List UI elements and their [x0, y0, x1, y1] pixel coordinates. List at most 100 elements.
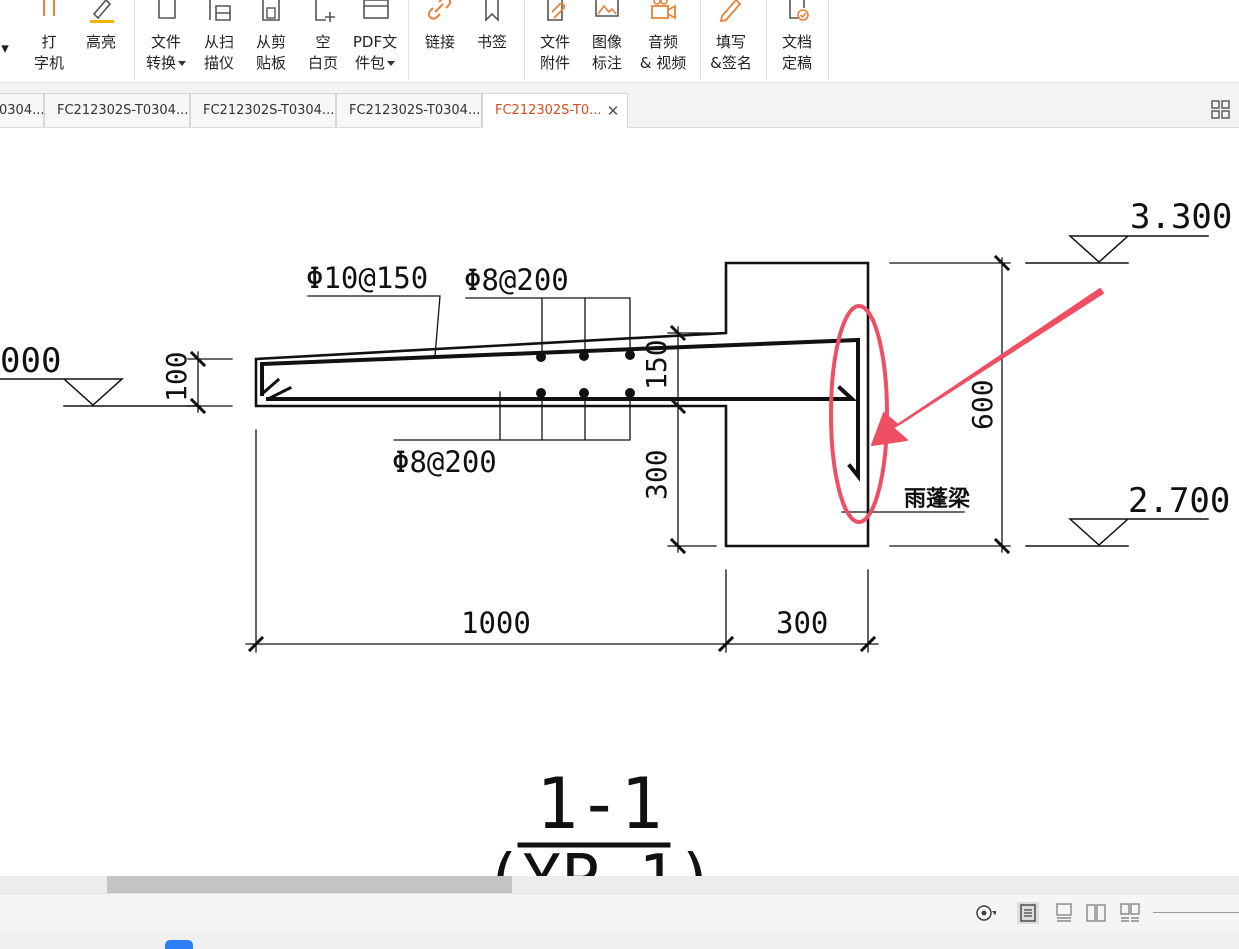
horizontal-scrollbar[interactable]: [0, 876, 1239, 893]
audio-video-icon: [651, 0, 676, 20]
pdf-package-button[interactable]: PDF文 件包: [350, 0, 400, 80]
toolbar-separator: [524, 0, 525, 80]
audio-video-button[interactable]: 音频 & 视频: [638, 0, 688, 80]
file-attachment-label: 文件 附件: [539, 33, 570, 72]
elevation-marker-top: [1025, 235, 1209, 264]
ribbon-toolbar: ▾ 打 字机 高亮 文件 转换 从扫 描仪 从剪 贴板 空 白页 PDF文 件包…: [0, 0, 1239, 83]
read-mode-icon[interactable]: [974, 902, 996, 924]
facing-view-icon[interactable]: [1085, 902, 1107, 924]
rebar-mid-label: Φ8@200: [464, 263, 569, 297]
fill-sign-button[interactable]: 填写 &签名: [706, 0, 756, 80]
blank-page-label: 空 白页: [307, 33, 338, 72]
rebar-top-label: Φ10@150: [306, 261, 428, 295]
dimension-300-vertical-text: 300: [640, 449, 673, 500]
tab-label: FC212302S-T0304...: [57, 103, 189, 118]
audio-video-label: 音频 & 视频: [639, 33, 687, 72]
document-tab[interactable]: FC212302S-T0304...: [190, 93, 336, 127]
canopy-slab-outline: [254, 261, 870, 548]
image-annotation-button[interactable]: 图像 标注: [582, 0, 632, 80]
image-annotation-label: 图像 标注: [591, 33, 622, 72]
document-tab-active[interactable]: FC212302S-T0... ✕: [482, 93, 628, 128]
pdf-package-icon: [363, 0, 389, 19]
typewriter-label: 打 字机: [33, 33, 64, 72]
beam-label: 雨蓬梁: [904, 487, 970, 512]
single-page-view-icon[interactable]: [1017, 902, 1039, 924]
document-finalize-label: 文档 定稿: [781, 33, 812, 72]
image-annotation-icon: [595, 0, 619, 17]
file-attachment-icon: [547, 0, 566, 21]
clipboard-icon: [262, 0, 280, 21]
tab-label: FC212302S-T0...: [495, 103, 602, 118]
document-tab-bar: 0304... FC212302S-T0304... FC212302S-T03…: [0, 83, 1239, 128]
blank-page-button[interactable]: 空 白页: [298, 0, 348, 80]
continuous-facing-view-icon[interactable]: [1119, 902, 1141, 924]
rebar-dots: [536, 350, 635, 398]
fill-sign-label: 填写 &签名: [710, 33, 752, 72]
from-scanner-label: 从扫 描仪: [203, 33, 234, 72]
top-rebar: [260, 337, 860, 482]
from-clipboard-label: 从剪 贴板: [255, 33, 286, 72]
from-scanner-button[interactable]: 从扫 描仪: [194, 0, 244, 80]
document-tab[interactable]: FC212302S-T0304...: [336, 93, 482, 127]
link-icon: [427, 0, 452, 20]
close-tab-icon[interactable]: ✕: [605, 94, 621, 128]
fill-sign-icon: [719, 0, 742, 23]
toolbar-separator: [408, 0, 409, 80]
dimension-150-text: 150: [640, 339, 673, 390]
dimension-100-text: 100: [160, 351, 193, 402]
highlight-button[interactable]: 高亮: [76, 0, 126, 80]
continuous-view-icon[interactable]: [1053, 902, 1075, 924]
chevron-down-icon[interactable]: [178, 61, 186, 66]
pdf-package-label: PDF文 件包: [352, 33, 398, 72]
typewriter-icon: [43, 0, 55, 16]
dimension-600-text: 600: [966, 379, 999, 430]
document-tab[interactable]: 0304...: [0, 93, 44, 127]
elevation-bottom-text: 2.700: [1128, 481, 1230, 521]
section-title: 1-1: [536, 763, 662, 845]
link-label: 链接: [424, 33, 455, 51]
elevation-left-text: 000: [0, 341, 61, 381]
leader-line: [307, 295, 441, 357]
scrollbar-thumb[interactable]: [107, 876, 512, 893]
blank-page-icon: [315, 0, 335, 22]
bookmark-button[interactable]: 书签: [467, 0, 517, 80]
highlight-pen-icon: [90, 0, 114, 23]
tab-overview-grid-icon[interactable]: [1211, 100, 1231, 120]
dimension-line-150-300: [667, 326, 727, 553]
elevation-top-text: 3.300: [1130, 197, 1232, 237]
toolbar-separator: [828, 0, 829, 80]
taskbar-app-icon[interactable]: [165, 940, 193, 949]
file-convert-icon: [158, 0, 176, 19]
toolbar-separator: [134, 0, 135, 80]
file-convert-button[interactable]: 文件 转换: [141, 0, 191, 80]
bookmark-label: 书签: [476, 33, 507, 51]
document-finalize-icon: [789, 0, 809, 21]
highlight-label: 高亮: [85, 33, 116, 51]
toolbar-separator: [700, 0, 701, 80]
toolbar-separator: [766, 0, 767, 80]
taskbar-strip: [0, 931, 1239, 949]
document-finalize-button[interactable]: 文档 定稿: [772, 0, 822, 80]
chevron-down-icon[interactable]: [387, 61, 395, 66]
dimension-1000-text: 1000: [461, 606, 531, 640]
document-tab[interactable]: FC212302S-T0304...: [44, 93, 190, 127]
from-clipboard-button[interactable]: 从剪 贴板: [246, 0, 296, 80]
rebar-bottom-label: Φ8@200: [392, 445, 497, 479]
rebar-hook: [259, 377, 281, 397]
section-subtitle: (YP-1): [484, 842, 715, 876]
tab-label: FC212302S-T0304...: [203, 103, 335, 118]
typewriter-button[interactable]: 打 字机: [24, 0, 74, 80]
tab-label: 0304...: [0, 103, 44, 118]
bottom-rebar: [266, 385, 858, 401]
scanner-icon: [209, 0, 231, 21]
dimension-300-text: 300: [776, 606, 828, 640]
tab-label: FC212302S-T0304...: [349, 103, 481, 118]
canopy-section-drawing: 3.300 2.700 000 Φ10@150 Φ8@200 Φ8@200 10…: [0, 197, 1232, 876]
file-attachment-button[interactable]: 文件 附件: [530, 0, 580, 80]
status-bar: [0, 893, 1239, 932]
link-button[interactable]: 链接: [415, 0, 465, 80]
bookmark-icon: [485, 0, 499, 22]
file-convert-label: 文件 转换: [145, 33, 181, 72]
zoom-slider[interactable]: [1153, 912, 1239, 913]
document-view[interactable]: 3.300 2.700 000 Φ10@150 Φ8@200 Φ8@200 10…: [0, 128, 1239, 876]
